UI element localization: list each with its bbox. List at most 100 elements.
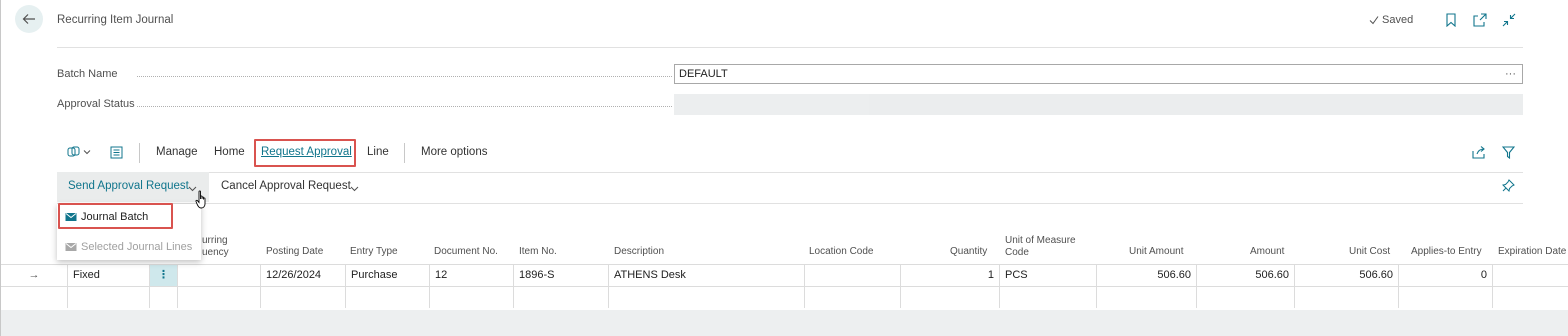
more-options-button[interactable]: More options xyxy=(421,146,487,158)
col-unit-cost: Unit Cost xyxy=(1349,246,1391,257)
cell-recurring-method[interactable]: Fixed xyxy=(67,265,150,286)
row-menu-button[interactable]: ⋮ xyxy=(150,265,178,286)
cell-empty[interactable] xyxy=(261,287,346,308)
cell-empty[interactable] xyxy=(514,287,609,308)
cancel-approval-request-label[interactable]: Cancel Approval Request xyxy=(221,180,351,192)
open-new-window-button[interactable] xyxy=(1472,12,1488,28)
cell-posting-date[interactable]: 12/26/2024 xyxy=(261,265,346,286)
col-document-no: Document No. xyxy=(434,246,498,257)
col-quantity: Quantity xyxy=(950,246,988,257)
table-row[interactable]: → Fixed ⋮ 12/26/2024 Purchase 12 1896-S … xyxy=(1,264,1568,286)
copilot-icon xyxy=(67,146,80,157)
cell-uom[interactable]: PCS xyxy=(1000,265,1097,286)
check-icon xyxy=(1369,16,1379,25)
col-description: Description xyxy=(614,246,665,257)
approval-status-field xyxy=(674,94,1523,115)
cell-empty[interactable] xyxy=(67,287,150,308)
menu-item-selected-journal-lines[interactable]: Selected Journal Lines xyxy=(65,241,192,253)
col-applies-to-entry: Applies-to Entry xyxy=(1411,246,1482,257)
cell-empty[interactable] xyxy=(178,287,261,308)
cell-empty[interactable] xyxy=(430,287,514,308)
menu-item-selected-journal-lines-label: Selected Journal Lines xyxy=(81,241,193,253)
col-posting-date: Posting Date xyxy=(266,246,324,257)
cell-empty[interactable] xyxy=(346,287,430,308)
header-divider xyxy=(57,47,1523,48)
filter-icon xyxy=(1501,146,1516,160)
back-button[interactable] xyxy=(15,5,43,33)
collapse-icon xyxy=(1502,13,1516,27)
cell-empty[interactable] xyxy=(1097,287,1197,308)
tab-manage[interactable]: Manage xyxy=(156,146,198,158)
page-title: Recurring Item Journal xyxy=(57,14,174,26)
cell-recurring-frequency[interactable] xyxy=(178,265,261,286)
collapse-button[interactable] xyxy=(1501,12,1517,28)
request-approval-highlight xyxy=(254,139,356,167)
col-expiration-date: Expiration Date xyxy=(1498,246,1567,257)
personalize-button[interactable] xyxy=(110,146,123,162)
batch-name-value: DEFAULT xyxy=(679,68,728,80)
cell-empty[interactable] xyxy=(1295,287,1399,308)
chevron-down-icon xyxy=(350,186,359,192)
cell-empty[interactable] xyxy=(1399,287,1493,308)
cell-empty[interactable] xyxy=(901,287,1000,308)
open-new-window-icon xyxy=(1473,13,1487,27)
approval-envelope-icon xyxy=(65,243,77,251)
cell-item-no[interactable]: 1896-S xyxy=(514,265,609,286)
arrow-left-icon xyxy=(22,14,35,24)
col-unit-amount: Unit Amount xyxy=(1129,246,1184,257)
approval-status-label: Approval Status xyxy=(57,98,135,110)
cell-empty[interactable] xyxy=(805,287,901,308)
filter-button[interactable] xyxy=(1501,146,1516,162)
grid-footer-band xyxy=(1,310,1568,336)
copilot-menu-button[interactable] xyxy=(67,146,91,158)
cell-empty[interactable] xyxy=(150,287,178,308)
cell-applies-to-entry[interactable]: 0 xyxy=(1399,265,1493,286)
cell-empty[interactable] xyxy=(1000,287,1097,308)
cell-unit-amount[interactable]: 506.60 xyxy=(1097,265,1197,286)
cell-empty[interactable] xyxy=(1197,287,1295,308)
cell-unit-cost[interactable]: 506.60 xyxy=(1295,265,1399,286)
send-approval-request-label[interactable]: Send Approval Request xyxy=(68,180,189,192)
tab-home[interactable]: Home xyxy=(214,146,245,158)
cell-location-code[interactable] xyxy=(805,265,901,286)
batch-name-field[interactable]: DEFAULT ··· xyxy=(674,64,1523,84)
pin-icon xyxy=(1501,179,1515,193)
tab-line[interactable]: Line xyxy=(367,146,389,158)
table-row-empty[interactable] xyxy=(1,286,1568,308)
toolbar-separator xyxy=(404,143,405,163)
hand-pointer-icon xyxy=(195,190,206,209)
cancel-approval-chevron[interactable] xyxy=(350,183,359,195)
col-amount: Amount xyxy=(1250,246,1285,257)
dotted-leader xyxy=(137,106,672,107)
bookmark-button[interactable] xyxy=(1443,12,1459,28)
hand-cursor xyxy=(195,190,209,213)
share-icon xyxy=(1472,146,1485,159)
batch-name-label: Batch Name xyxy=(57,68,118,80)
saved-label: Saved xyxy=(1382,14,1414,26)
chevron-down-icon xyxy=(83,150,91,155)
cell-empty[interactable] xyxy=(609,287,805,308)
cell-description[interactable]: ATHENS Desk xyxy=(609,265,805,286)
approval-status-value xyxy=(674,94,869,115)
col-unit-of-measure: Unit of Measure Code xyxy=(1005,235,1076,258)
bookmark-icon xyxy=(1446,13,1456,27)
col-recurring-frequency: urring uency xyxy=(202,235,229,258)
col-location-code: Location Code xyxy=(809,246,874,257)
page-frame: Recurring Item Journal Saved Batch Name … xyxy=(0,0,1568,336)
col-item-no: Item No. xyxy=(519,246,557,257)
cell-document-no[interactable]: 12 xyxy=(430,265,514,286)
pin-button[interactable] xyxy=(1501,179,1515,195)
row-arrow-indicator: → xyxy=(28,269,40,281)
saved-status: Saved xyxy=(1369,14,1413,26)
cell-expiration-date[interactable] xyxy=(1493,265,1568,286)
toolbar-separator xyxy=(139,143,140,163)
cell-quantity[interactable]: 1 xyxy=(901,265,1000,286)
cell-entry-type[interactable]: Purchase xyxy=(346,265,430,286)
form-icon xyxy=(110,146,123,159)
lookup-ellipsis-button[interactable]: ··· xyxy=(1505,65,1516,83)
cell-amount[interactable]: 506.60 xyxy=(1197,265,1295,286)
share-button[interactable] xyxy=(1472,146,1486,162)
col-entry-type: Entry Type xyxy=(350,246,398,257)
journal-batch-highlight xyxy=(58,203,173,229)
approval-status-label-row: Approval Status xyxy=(57,98,677,110)
